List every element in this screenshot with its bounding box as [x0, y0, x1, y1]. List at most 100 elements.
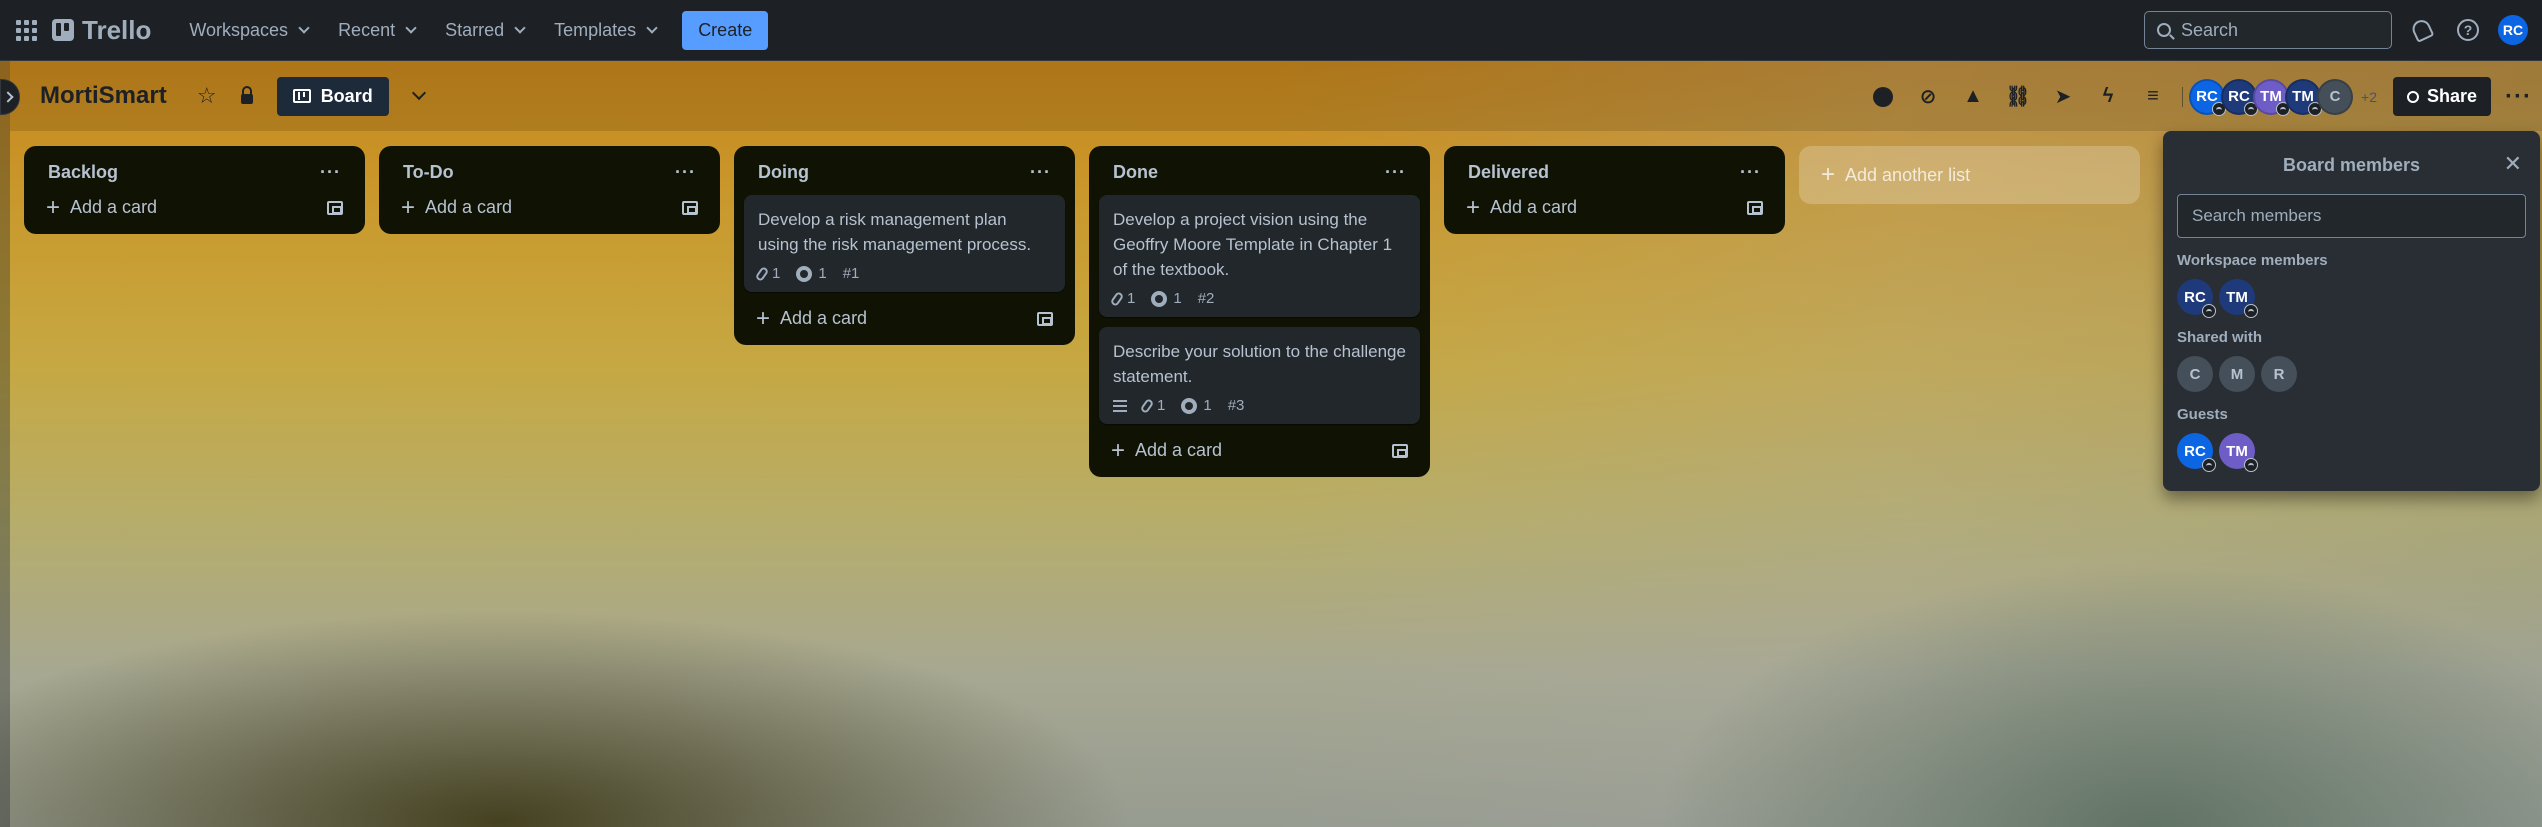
member-avatar[interactable]: C	[2177, 356, 2213, 392]
search-members-input[interactable]	[2177, 194, 2526, 238]
member-avatar[interactable]: RC	[2189, 78, 2227, 116]
list-title[interactable]: To-Do	[403, 162, 454, 183]
list-doing[interactable]: Doing ··· Develop a risk management plan…	[734, 146, 1075, 345]
card[interactable]: Develop a project vision using the Geoff…	[1099, 195, 1420, 317]
view-switcher-button[interactable]	[403, 80, 435, 112]
list-actions-button[interactable]: ···	[1385, 162, 1406, 183]
list-title[interactable]: Doing	[758, 162, 809, 183]
card[interactable]: Describe your solution to the challenge …	[1099, 327, 1420, 424]
member-initials: TM	[2226, 442, 2248, 460]
add-person-icon	[2406, 90, 2419, 103]
search-icon	[2157, 23, 2171, 37]
powerup-icon: ⊘	[1919, 86, 1937, 108]
card-template-icon[interactable]	[1037, 311, 1053, 326]
card-title: Describe your solution to the challenge …	[1113, 342, 1406, 386]
visibility-button[interactable]	[231, 80, 263, 112]
trello-logo[interactable]: Trello	[52, 15, 151, 46]
admin-badge-icon	[2244, 458, 2258, 472]
board-member-avatars[interactable]: RC RC TM TM C +2	[2189, 78, 2385, 116]
member-avatar[interactable]: RC	[2221, 78, 2259, 116]
member-avatar[interactable]: R	[2261, 356, 2297, 392]
filter-button[interactable]: ≡	[2135, 79, 2171, 115]
add-card-button[interactable]: + Add a card	[1111, 438, 1222, 462]
member-avatar[interactable]: RC	[2177, 433, 2216, 472]
help-icon: ?	[2457, 19, 2479, 41]
chevron-down-icon	[514, 21, 526, 34]
add-card-button[interactable]: + Add a card	[401, 195, 512, 219]
help-button[interactable]: ?	[2452, 14, 2484, 46]
member-avatar[interactable]: C	[2317, 78, 2354, 115]
top-nav: Trello Workspaces Recent Starred Templat…	[0, 0, 2542, 61]
add-card-button[interactable]: + Add a card	[46, 193, 158, 221]
guests-row: RC TM	[2177, 433, 2526, 472]
notifications-button[interactable]	[2406, 14, 2438, 46]
github-badge: 1	[1151, 290, 1182, 307]
card-number: #3	[1227, 397, 1245, 414]
github-count: 1	[1173, 290, 1182, 307]
list-actions-button[interactable]: ···	[1030, 162, 1051, 183]
member-avatar[interactable]: M	[2219, 356, 2255, 392]
list-actions-button[interactable]: ···	[320, 162, 341, 183]
plus-icon: +	[1821, 161, 1836, 188]
board-view-button[interactable]: Board	[276, 76, 389, 116]
member-avatar[interactable]: TM	[2219, 433, 2258, 472]
card-badges: 1 1 #2	[1109, 290, 1406, 307]
app-switcher-icon[interactable]	[14, 18, 38, 42]
automation-button[interactable]: ϟ	[2090, 79, 2126, 115]
create-button[interactable]: Create	[682, 10, 769, 50]
nav-menu-recent[interactable]: Recent	[326, 12, 427, 49]
guests-label: Guests	[2177, 406, 2228, 423]
card-template-icon[interactable]	[327, 200, 343, 215]
card-template-icon[interactable]	[1747, 200, 1763, 215]
star-board-button[interactable]: ☆	[191, 80, 223, 112]
card-template-icon[interactable]	[682, 200, 698, 215]
add-list-button[interactable]: + Add another list	[1799, 146, 2140, 204]
member-avatar[interactable]: RC	[2177, 279, 2216, 318]
nav-menu-starred[interactable]: Starred	[433, 12, 536, 49]
add-card-button[interactable]: + Add a card	[756, 306, 867, 330]
card-title: Develop a project vision using the Geoff…	[1113, 210, 1393, 279]
member-initials: TM	[2226, 288, 2248, 306]
search-input[interactable]	[2181, 19, 2371, 41]
nav-menu-label: Recent	[338, 19, 396, 40]
close-icon[interactable]: ✕	[2504, 151, 2522, 177]
member-avatar[interactable]: TM	[2253, 78, 2291, 116]
nav-menu-workspaces[interactable]: Workspaces	[177, 12, 320, 49]
paperclip-icon	[754, 265, 770, 282]
share-label: Share	[2426, 86, 2478, 106]
list-actions-button[interactable]: ···	[1740, 162, 1761, 183]
send-powerup-button[interactable]: ➤	[2045, 79, 2081, 115]
powerup-button[interactable]: ⊘	[1910, 79, 1946, 115]
list-to-do[interactable]: To-Do ··· + Add a card	[379, 146, 720, 234]
member-avatar[interactable]: TM	[2219, 279, 2258, 318]
list-backlog[interactable]: Backlog ··· + Add a card	[24, 146, 365, 234]
member-avatar[interactable]: TM	[2285, 78, 2323, 116]
board-title[interactable]: MortiSmart	[40, 82, 167, 110]
github-powerup-button[interactable]	[1865, 79, 1901, 115]
search-box[interactable]	[2144, 11, 2392, 49]
card-template-icon[interactable]	[1392, 443, 1408, 458]
github-icon	[796, 265, 813, 282]
more-members-count[interactable]: +2	[2361, 89, 2377, 105]
account-avatar[interactable]: RC	[2498, 15, 2528, 45]
list-done[interactable]: Done ··· Develop a project vision using …	[1089, 146, 1430, 477]
chevron-right-icon	[2, 91, 14, 103]
shared-with-label: Shared with	[2177, 329, 2263, 346]
nav-menu-templates[interactable]: Templates	[542, 12, 668, 49]
card[interactable]: Develop a risk management plan using the…	[744, 195, 1065, 292]
description-icon	[1113, 399, 1127, 412]
board-menu-button[interactable]: ···	[2505, 83, 2532, 111]
add-card-button[interactable]: + Add a card	[1466, 195, 1577, 219]
share-button[interactable]: Share	[2392, 77, 2492, 116]
add-card-row: + Add a card	[1452, 191, 1777, 224]
list-title[interactable]: Delivered	[1468, 162, 1549, 183]
alert-powerup-button[interactable]: ▲	[1955, 79, 1991, 115]
list-title[interactable]: Backlog	[48, 162, 118, 183]
list-delivered[interactable]: Delivered ··· + Add a card	[1444, 146, 1785, 234]
link-powerup-button[interactable]: ⛓	[2000, 79, 2036, 115]
plus-icon: +	[46, 193, 61, 221]
add-card-row: + Add a card	[742, 302, 1067, 335]
add-card-label: Add a card	[70, 197, 158, 217]
list-actions-button[interactable]: ···	[675, 162, 696, 183]
list-title[interactable]: Done	[1113, 162, 1158, 183]
